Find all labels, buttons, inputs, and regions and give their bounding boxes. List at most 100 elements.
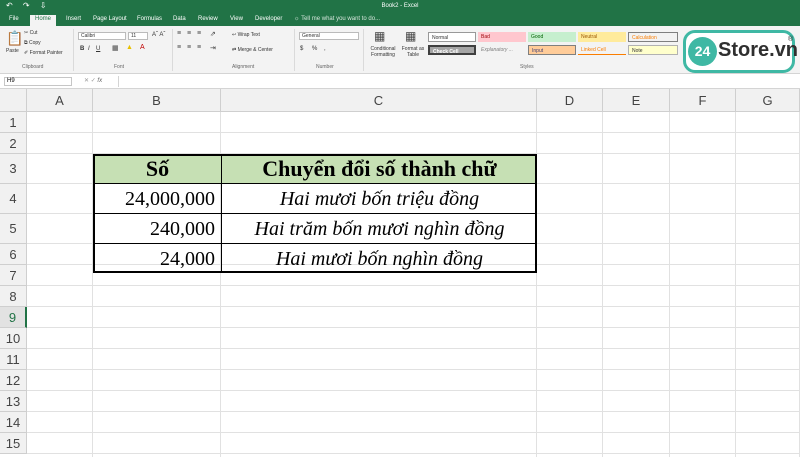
row-header-10[interactable]: 10 — [0, 328, 27, 349]
row-header-6[interactable]: 6 — [0, 244, 27, 265]
borders-icon[interactable]: ▦ — [112, 44, 119, 52]
comma-button[interactable]: , — [324, 46, 326, 52]
select-all-corner[interactable] — [0, 89, 27, 112]
align-right-icon[interactable]: ≡ — [197, 44, 201, 51]
font-color-icon[interactable]: A — [140, 44, 145, 51]
align-middle-icon[interactable]: ≡ — [187, 30, 191, 37]
gridline-horizontal — [27, 390, 800, 391]
column-header-C[interactable]: C — [221, 89, 537, 112]
cut-button[interactable]: ✂ Cut — [24, 30, 37, 36]
row-header-2[interactable]: 2 — [0, 133, 27, 154]
number-format-select[interactable]: General — [299, 32, 359, 40]
style-input[interactable]: Input — [528, 45, 576, 55]
group-divider — [172, 29, 173, 71]
font-size-select[interactable]: 11 — [128, 32, 148, 40]
tab-file[interactable]: File — [9, 16, 19, 22]
format-table-icon[interactable]: ▦ — [405, 29, 416, 43]
align-bottom-icon[interactable]: ≡ — [197, 30, 201, 37]
worksheet-grid[interactable]: ABCDEFG 1 2 3 4 5 6 7 8 9 10 11 12 13 14 15 Số Chuyển … — [0, 89, 800, 457]
tab-home[interactable]: Home — [30, 15, 57, 26]
font-grow-shrink-icon[interactable]: Aˆ Aˇ — [152, 32, 165, 38]
italic-button[interactable]: I — [88, 46, 90, 52]
format-painter-button[interactable]: ✐ Format Painter — [24, 50, 63, 56]
paste-icon[interactable]: 📋 — [6, 30, 23, 47]
percent-button[interactable]: % — [312, 46, 317, 52]
tab-developer[interactable]: Developer — [255, 16, 282, 22]
bold-button[interactable]: B — [80, 46, 84, 52]
font-name-select[interactable]: Calibri — [78, 32, 126, 40]
tab-review[interactable]: Review — [198, 16, 218, 22]
fill-color-icon[interactable]: ▲ — [126, 44, 133, 51]
fx-icon[interactable]: ✕ ✓ fx — [84, 77, 102, 84]
row-header-8[interactable]: 8 — [0, 286, 27, 307]
row-header-15[interactable]: 15 — [0, 433, 27, 454]
paste-button[interactable]: Paste — [6, 48, 19, 54]
alignment-group-label: Alignment — [232, 64, 255, 70]
column-header-B[interactable]: B — [93, 89, 221, 112]
align-center-icon[interactable]: ≡ — [187, 44, 191, 51]
column-header-G[interactable]: G — [736, 89, 800, 112]
gridline-horizontal — [27, 285, 800, 286]
cell-C6[interactable]: Hai mươi bốn nghìn đồng — [222, 245, 537, 273]
style-calculation[interactable]: Calculation — [628, 32, 678, 42]
cell-B3[interactable]: Số — [94, 155, 221, 183]
ribbon: 📋 Paste ✂ Cut ⧉ Copy ✐ Format Painter Cl… — [0, 26, 800, 74]
tell-me-text: Tell me what you want to do... — [301, 16, 381, 22]
cell-B4[interactable]: 24,000,000 — [94, 185, 215, 213]
tab-insert[interactable]: Insert — [66, 16, 81, 22]
row-header-3[interactable]: 3 — [0, 154, 27, 184]
format-as-table-button[interactable]: Format as Table — [400, 46, 426, 58]
align-left-icon[interactable]: ≡ — [177, 44, 181, 51]
currency-button[interactable]: $ — [300, 46, 303, 52]
column-header-A[interactable]: A — [27, 89, 93, 112]
style-check-cell[interactable]: Check Cell — [428, 45, 476, 55]
tell-me-search[interactable]: ☼ Tell me what you want to do... — [294, 16, 380, 22]
row-header-4[interactable]: 4 — [0, 184, 27, 214]
formula-input[interactable] — [118, 76, 798, 87]
style-explanatory[interactable]: Explanatory ... — [478, 45, 526, 55]
gridline-horizontal — [27, 306, 800, 307]
registered-mark: ® — [788, 36, 794, 43]
style-linked-cell[interactable]: Linked Cell — [578, 45, 626, 55]
row-header-1[interactable]: 1 — [0, 112, 27, 133]
tab-data[interactable]: Data — [173, 16, 186, 22]
column-header-D[interactable]: D — [537, 89, 603, 112]
row-header-11[interactable]: 11 — [0, 349, 27, 370]
column-header-E[interactable]: E — [603, 89, 670, 112]
style-bad[interactable]: Bad — [478, 32, 526, 42]
orientation-icon[interactable]: ⇗ — [210, 30, 216, 38]
indent-icon[interactable]: ⇥ — [210, 44, 216, 52]
style-note[interactable]: Note — [628, 45, 678, 55]
row-header-7[interactable]: 7 — [0, 265, 27, 286]
wrap-text-button[interactable]: ↩ Wrap Text — [232, 32, 260, 38]
column-header-F[interactable]: F — [670, 89, 736, 112]
merge-center-button[interactable]: ⇄ Merge & Center — [232, 47, 273, 53]
style-neutral[interactable]: Neutral — [578, 32, 626, 42]
cut-label: Cut — [29, 30, 38, 36]
tab-formulas[interactable]: Formulas — [137, 16, 162, 22]
conditional-formatting-icon[interactable]: ▦ — [374, 29, 385, 43]
fx-label: fx — [97, 78, 103, 84]
style-good[interactable]: Good — [528, 32, 576, 42]
cell-B5[interactable]: 240,000 — [94, 215, 215, 243]
brush-icon: ✐ — [24, 50, 29, 56]
name-box[interactable]: H9 — [4, 77, 72, 86]
cell-B6[interactable]: 24,000 — [94, 245, 215, 273]
wrap-icon: ↩ — [232, 32, 237, 38]
tab-view[interactable]: View — [230, 16, 243, 22]
cell-C5[interactable]: Hai trăm bốn mươi nghìn đồng — [222, 215, 537, 243]
ribbon-tabs: File Home Insert Page Layout Formulas Da… — [0, 14, 800, 26]
align-top-icon[interactable]: ≡ — [177, 30, 181, 37]
cell-C4[interactable]: Hai mươi bốn triệu đồng — [222, 185, 537, 213]
row-header-12[interactable]: 12 — [0, 370, 27, 391]
underline-button[interactable]: U — [96, 46, 100, 52]
row-header-13[interactable]: 13 — [0, 391, 27, 412]
tab-page-layout[interactable]: Page Layout — [93, 16, 127, 22]
style-normal[interactable]: Normal — [428, 32, 476, 42]
copy-button[interactable]: ⧉ Copy — [24, 40, 41, 46]
row-header-14[interactable]: 14 — [0, 412, 27, 433]
conditional-formatting-button[interactable]: Conditional Formatting — [366, 46, 400, 58]
row-header-9[interactable]: 9 — [0, 307, 27, 328]
cell-C3[interactable]: Chuyển đổi số thành chữ — [222, 155, 537, 183]
row-header-5[interactable]: 5 — [0, 214, 27, 244]
